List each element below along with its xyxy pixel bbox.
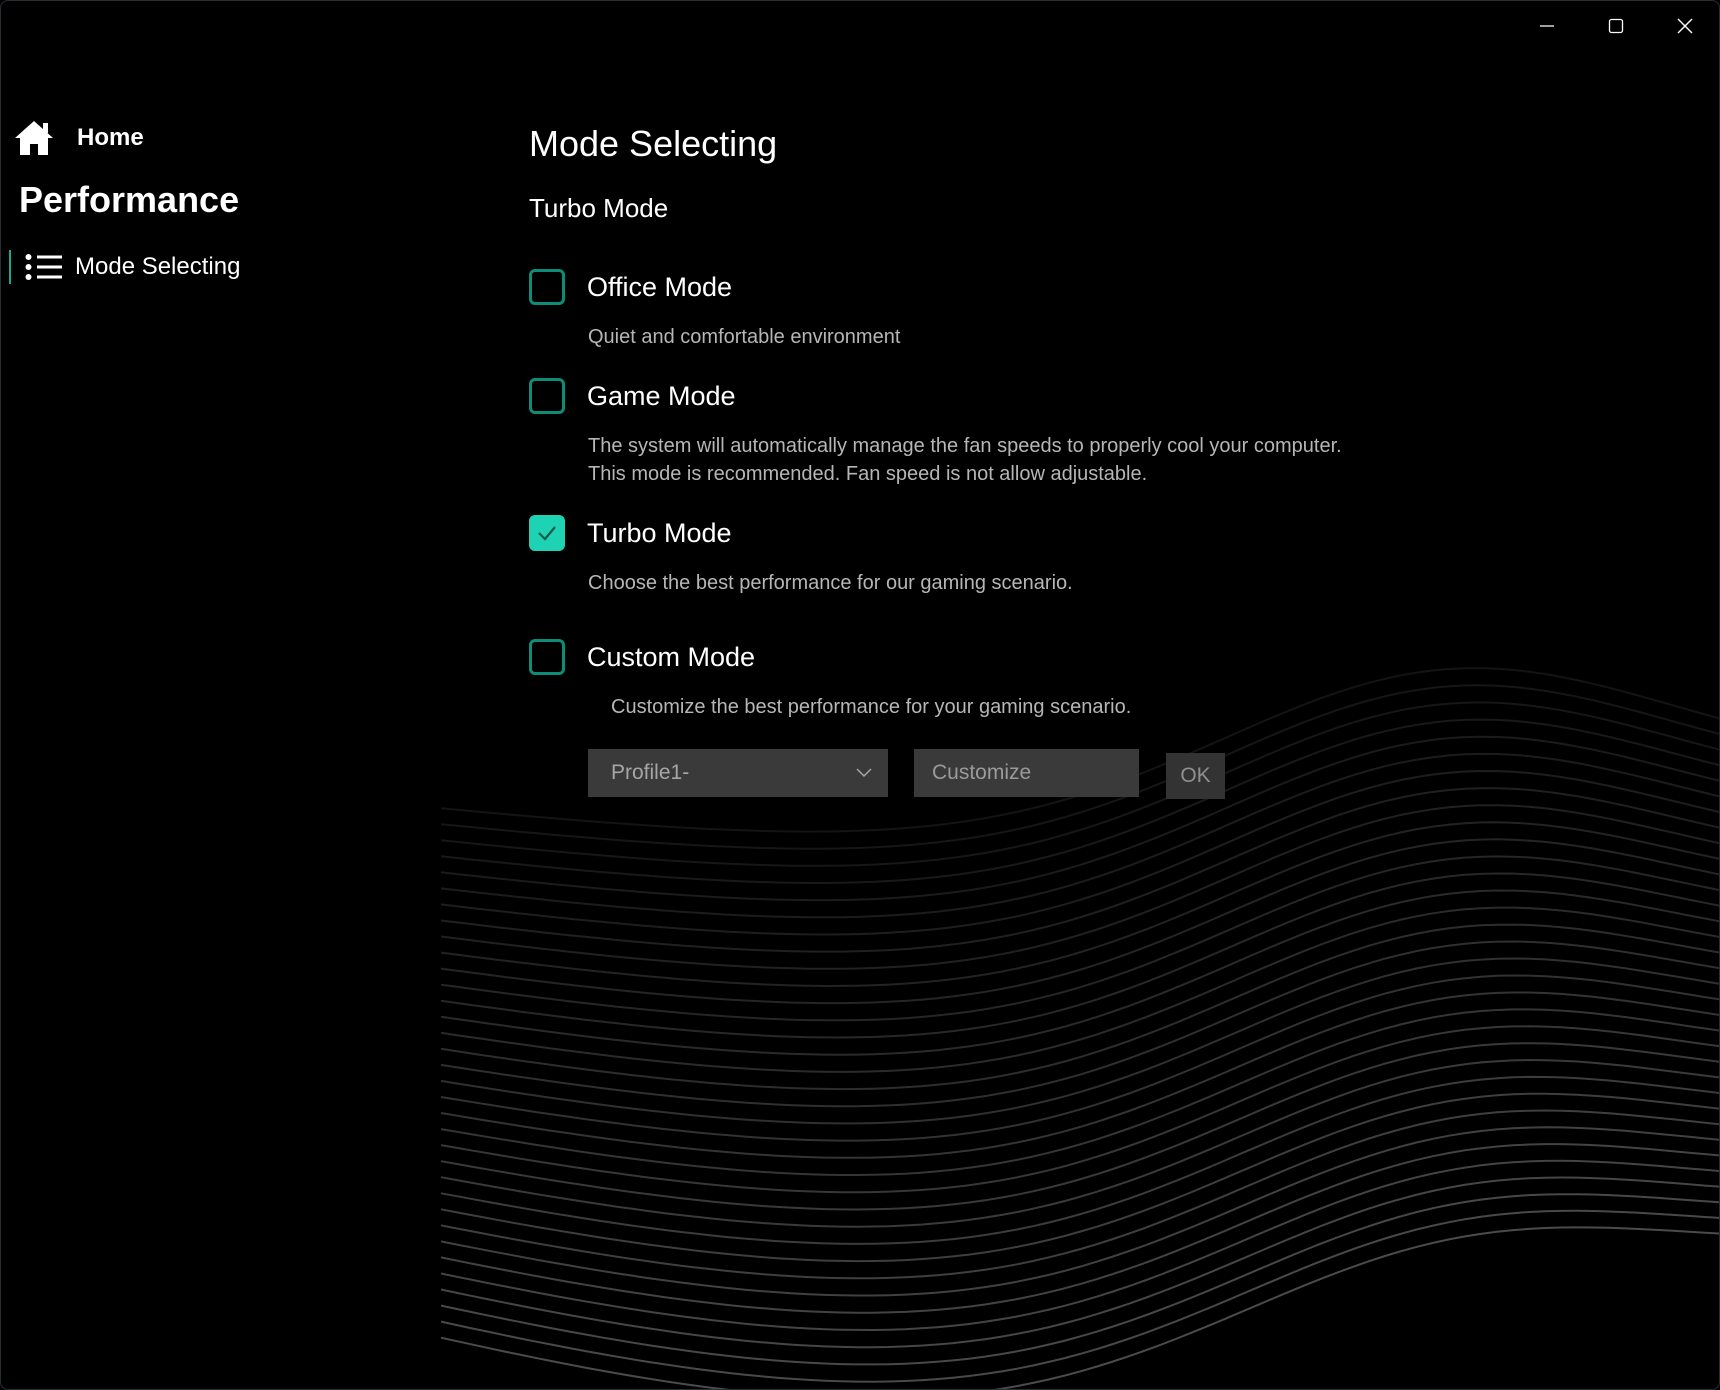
list-icon — [25, 254, 62, 280]
close-button[interactable] — [1650, 1, 1719, 51]
wave-line — [440, 1193, 1719, 1366]
wave-line — [440, 1092, 1719, 1263]
mode-option-office: Office Mode Quiet and comfortable enviro… — [529, 269, 900, 351]
mode-option-turbo: Turbo Mode Choose the best performance f… — [529, 515, 1073, 597]
mode-label: Turbo Mode — [587, 517, 732, 548]
wave-line — [440, 940, 1719, 1108]
sidebar-item-mode-selecting[interactable]: Mode Selecting — [9, 247, 309, 287]
custom-mode-checkbox-row[interactable]: Custom Mode — [529, 639, 1131, 675]
mode-option-custom: Custom Mode Customize the best performan… — [529, 639, 1131, 721]
wave-line — [440, 957, 1719, 1125]
mode-label: Office Mode — [587, 271, 733, 302]
profile-select[interactable]: Profile1- — [588, 749, 888, 797]
chevron-down-icon — [856, 768, 872, 778]
mode-description: Quiet and comfortable environment — [588, 323, 900, 351]
wave-line — [440, 889, 1719, 1056]
mode-description: Choose the best performance for our gami… — [588, 569, 1073, 597]
app-window: Home Performance Mode Selecting Mode Sel… — [0, 0, 1720, 1390]
wave-line — [440, 718, 1719, 884]
game-mode-checkbox-row[interactable]: Game Mode — [529, 378, 1342, 414]
profile-select-value: Profile1- — [611, 761, 690, 784]
mode-option-game: Game Mode The system will automatically … — [529, 378, 1342, 488]
wave-line — [440, 1209, 1719, 1383]
turbo-mode-checkbox-row[interactable]: Turbo Mode — [529, 515, 1073, 551]
wave-line — [440, 838, 1719, 1005]
wave-line — [440, 872, 1719, 1039]
home-label: Home — [77, 124, 144, 151]
window-controls — [1512, 1, 1719, 51]
ok-button[interactable]: OK — [1166, 753, 1225, 799]
wave-line — [440, 1025, 1719, 1194]
custom-mode-controls: Profile1- OK — [588, 747, 1225, 799]
description-line: Quiet and comfortable environment — [588, 326, 901, 348]
wave-line — [440, 855, 1719, 1022]
custom-mode-checkbox[interactable] — [529, 639, 565, 675]
maximize-button[interactable] — [1581, 1, 1650, 51]
wave-line — [440, 991, 1719, 1159]
section-title: Performance — [19, 179, 240, 220]
wave-line — [440, 1226, 1719, 1389]
description-line: The system will automatically manage the… — [588, 435, 1342, 457]
wave-line — [440, 1159, 1719, 1332]
home-icon — [15, 121, 53, 155]
home-link[interactable]: Home — [13, 119, 144, 157]
description-line: This mode is recommended. Fan speed is n… — [588, 463, 1148, 485]
wave-line — [440, 1042, 1719, 1211]
mode-description: Customize the best performance for your … — [611, 693, 1131, 721]
mode-label: Game Mode — [587, 380, 736, 411]
wave-line — [440, 1008, 1719, 1176]
office-mode-checkbox-row[interactable]: Office Mode — [529, 269, 900, 305]
office-mode-checkbox[interactable] — [529, 269, 565, 305]
minimize-button[interactable] — [1512, 1, 1581, 51]
wave-line — [440, 974, 1719, 1142]
mode-description: The system will automatically manage the… — [588, 432, 1342, 488]
current-mode-label: Turbo Mode — [529, 193, 669, 223]
mode-label: Custom Mode — [587, 641, 756, 672]
customize-input[interactable] — [914, 749, 1139, 797]
description-line: Choose the best performance for our gami… — [588, 572, 1073, 594]
wave-line — [440, 1075, 1719, 1245]
minimize-icon — [1539, 25, 1554, 27]
selection-indicator — [9, 250, 11, 284]
wave-line — [440, 923, 1719, 1091]
wave-line — [440, 821, 1719, 988]
wave-line — [440, 1109, 1719, 1280]
checkmark-icon — [538, 526, 556, 541]
page-title: Mode Selecting — [529, 123, 778, 164]
game-mode-checkbox[interactable] — [529, 378, 565, 414]
wave-line — [440, 1143, 1719, 1314]
wave-line — [440, 1176, 1719, 1349]
maximize-icon — [1608, 18, 1623, 34]
wave-line — [440, 906, 1719, 1073]
close-icon — [1677, 18, 1692, 34]
wave-line — [440, 787, 1719, 953]
wave-line — [440, 1126, 1719, 1297]
turbo-mode-checkbox[interactable] — [529, 515, 565, 551]
description-line: Customize the best performance for your … — [611, 696, 1132, 718]
sidebar-item-label: Mode Selecting — [75, 253, 241, 280]
wave-line — [440, 804, 1719, 970]
wave-line — [440, 1058, 1719, 1228]
